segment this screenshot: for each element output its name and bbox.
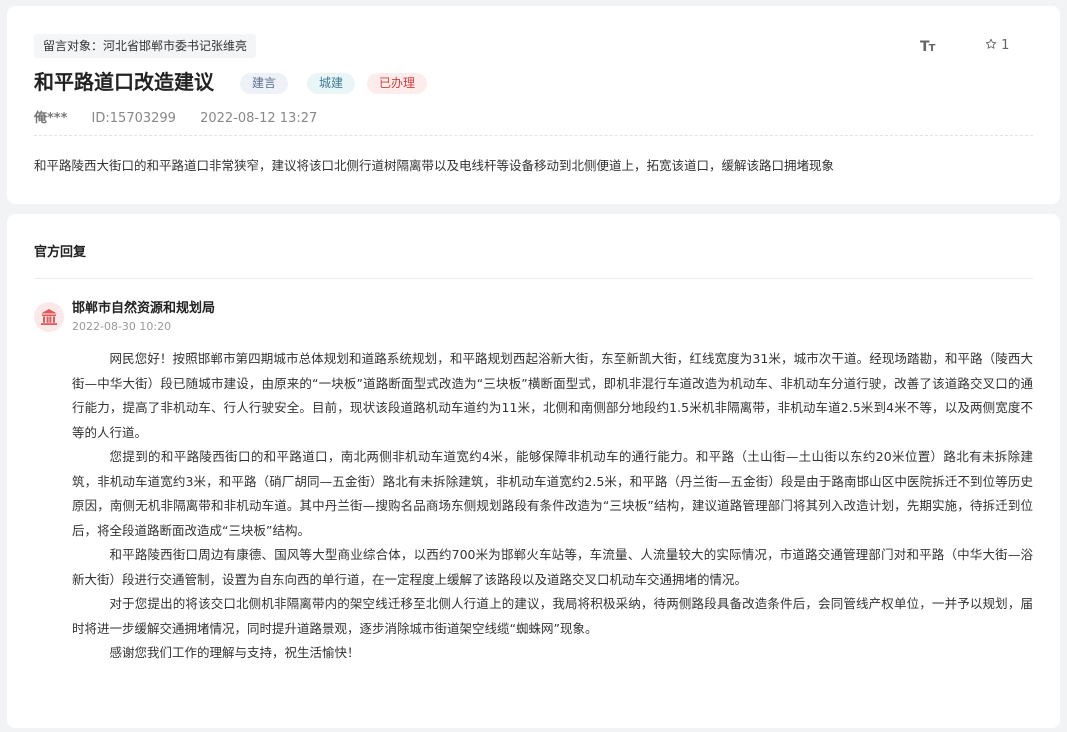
reply-paragraph: 对于您提出的将该交口北侧机非隔离带内的架空线迁移至北侧人行道上的建议，我局将积极…: [72, 596, 1033, 636]
status-badge: 已办理: [367, 73, 428, 94]
font-size-icon: TT: [920, 39, 935, 55]
message-meta: 俺*** ID:15703299 2022-08-12 13:27: [34, 110, 337, 128]
tag-urban-construction: 城建: [307, 73, 356, 94]
message-card: 留言对象：河北省邯郸市委书记张维亮 和平路道口改造建议 建言 城建 已办理 TT…: [7, 6, 1060, 204]
star-count: 1: [1001, 38, 1010, 53]
divider: [34, 135, 1033, 136]
government-building-icon: [41, 309, 57, 325]
reply-body: 网民您好！按照邯郸市第四期城市总体规划和道路系统规划，和平路规划西起浴新大街，东…: [72, 347, 1033, 666]
message-id: ID:15703299: [91, 111, 176, 126]
message-datetime: 2022-08-12 13:27: [200, 111, 318, 126]
org-avatar: [34, 302, 64, 332]
message-target: 留言对象：河北省邯郸市委书记张维亮: [34, 34, 257, 58]
page-title: 和平路道口改造建议: [34, 70, 214, 94]
official-reply-card: 官方回复 邯郸市自然资源和规划局 2022-08-30 10:20 网民您好！按…: [7, 214, 1060, 728]
org-date: 2022-08-30 10:20: [72, 320, 172, 333]
reply-paragraph: 和平路陵西街口周边有康德、国风等大型商业综合体，以西约700米为邯郸火车站等，车…: [72, 547, 1033, 587]
reply-paragraph: 网民您好！按照邯郸市第四期城市总体规划和道路系统规划，和平路规划西起浴新大街，东…: [72, 351, 1033, 440]
tag-suggestion: 建言: [240, 73, 289, 94]
reply-paragraph: 您提到的和平路陵西街口的和平路道口，南北两侧非机动车道宽约4米，能够保障非机动车…: [72, 449, 1033, 538]
reply-paragraph: 感谢您我们工作的理解与支持，祝生活愉快！: [109, 645, 360, 660]
reply-heading: 官方回复: [34, 245, 87, 260]
message-content: 和平路陵西大街口的和平路道口非常狭窄，建议将该口北侧行道树隔离带以及电线杆等设备…: [34, 158, 835, 173]
divider: [34, 278, 1033, 279]
author-name: 俺***: [34, 111, 68, 126]
favorite-button[interactable]: 1: [985, 38, 1009, 53]
star-icon: [985, 38, 997, 49]
org-name: 邯郸市自然资源和规划局: [72, 301, 216, 316]
font-size-button[interactable]: TT: [920, 39, 935, 55]
